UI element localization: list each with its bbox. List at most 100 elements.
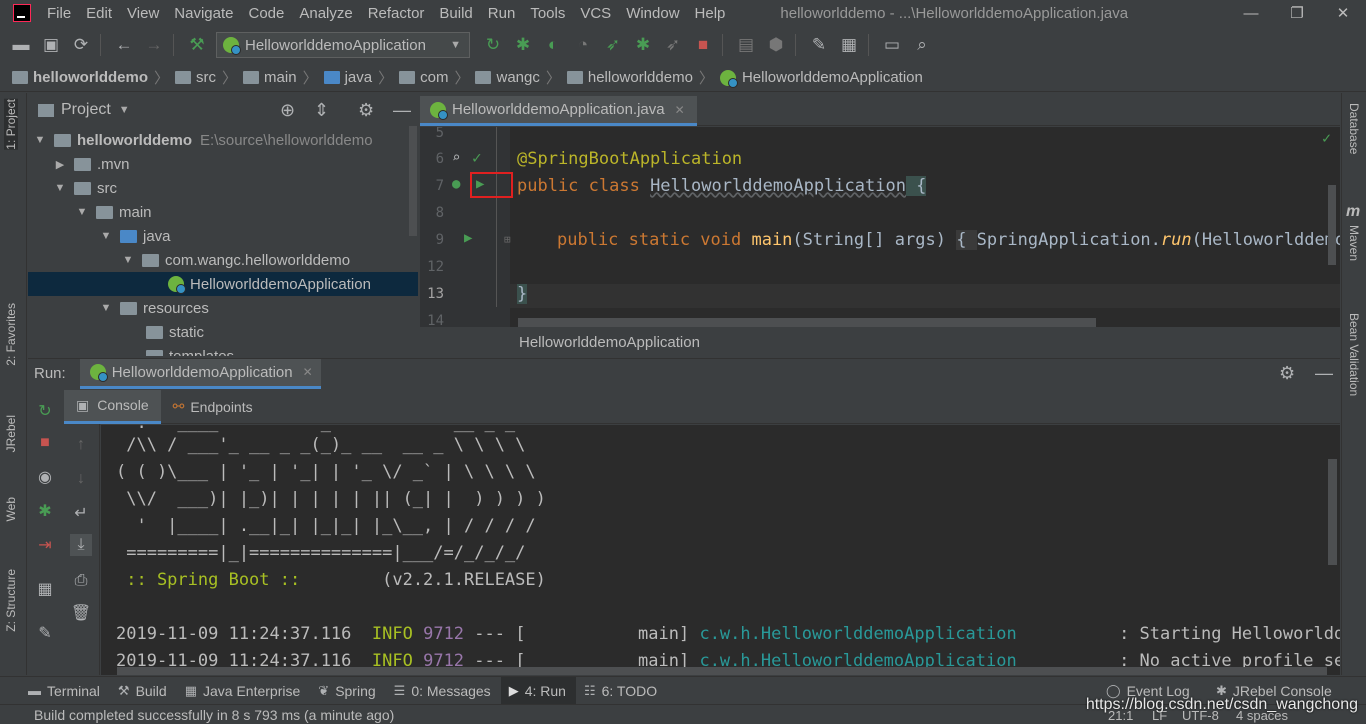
tab-endpoints[interactable]: ⚯ Endpoints — [161, 390, 265, 424]
locate-crosshair-icon[interactable]: ⊕ — [280, 100, 295, 121]
tree-item-static[interactable]: static — [28, 320, 418, 344]
menu-vcs[interactable]: VCS — [580, 5, 611, 22]
menu-run[interactable]: Run — [488, 5, 516, 22]
jrebel-icon[interactable]: ✱ — [34, 500, 56, 522]
console-output[interactable]: . ____ _ __ _ _ /\\ / ___'_ __ _ _(_)_ _… — [101, 425, 1340, 675]
sync-icon[interactable]: ⟳ — [68, 32, 94, 58]
breadcrumb-project[interactable]: helloworlddemo — [12, 69, 148, 86]
tool-tab-terminal[interactable]: ▬ Terminal — [20, 677, 110, 705]
inspection-ok-icon[interactable]: ✓ — [1322, 129, 1331, 147]
tab-console[interactable]: ▣ Console — [64, 389, 161, 424]
pin-icon[interactable]: ✎ — [34, 622, 56, 644]
search-icon[interactable]: ⌕ — [909, 32, 935, 58]
tree-item-project-root[interactable]: ▼ helloworlddemo E:\source\helloworlddem… — [28, 128, 418, 152]
hide-panel-icon[interactable]: — — [393, 100, 411, 121]
debug-icon[interactable]: ✱ — [510, 32, 536, 58]
menu-build[interactable]: Build — [439, 5, 472, 22]
jrebel-debug-icon[interactable]: ✱ — [630, 32, 656, 58]
breadcrumb-main[interactable]: main — [243, 69, 297, 86]
run-configuration-select[interactable]: HelloworlddemoApplication ▼ — [216, 32, 470, 58]
up-arrow-icon[interactable]: ↑ — [70, 434, 92, 456]
tool-tab-database[interactable]: Database — [1347, 103, 1361, 154]
tool-tab-project[interactable]: 1: Project — [4, 99, 18, 150]
update-app-icon[interactable]: ▤ — [733, 32, 759, 58]
settings-wrench-icon[interactable]: ✎ — [806, 32, 832, 58]
soft-wrap-icon[interactable]: ↵ — [70, 502, 92, 524]
down-arrow-icon[interactable]: ↓ — [70, 468, 92, 490]
restore-button[interactable]: ❐ — [1274, 0, 1320, 26]
tool-tab-favorites[interactable]: 2: Favorites — [4, 303, 18, 366]
spring-bean-icon[interactable]: ✓ — [472, 148, 482, 167]
exit-icon[interactable]: ⇥ — [34, 534, 56, 556]
tool-tab-bean-validation[interactable]: Bean Validation — [1347, 313, 1361, 396]
code-editor[interactable]: 5 6 7 8 9 12 13 14 ⌕ ✓ ● ▶ ▶ ⊞ @SpringBo… — [420, 127, 1340, 327]
close-window-button[interactable]: ✕ — [1320, 0, 1366, 26]
gear-icon[interactable]: ⚙ — [1279, 363, 1295, 384]
chevron-down-icon[interactable]: ▼ — [34, 134, 46, 146]
tree-scrollbar[interactable] — [409, 126, 417, 236]
tool-tab-jrebel[interactable]: JRebel — [4, 415, 18, 452]
tool-tab-run[interactable]: ▶ 4: Run — [500, 676, 576, 705]
run-main-gutter-icon[interactable]: ▶ — [464, 230, 472, 246]
tree-item-application-class[interactable]: HelloworlddemoApplication — [28, 272, 418, 296]
trash-icon[interactable]: 🗑 — [70, 602, 92, 624]
menu-help[interactable]: Help — [695, 5, 726, 22]
tree-item-package[interactable]: ▼ com.wangc.helloworlddemo — [28, 248, 418, 272]
breadcrumb-java[interactable]: java — [323, 69, 372, 86]
editor-horizontal-scrollbar[interactable] — [518, 318, 1096, 327]
menu-navigate[interactable]: Navigate — [174, 5, 233, 22]
tool-tab-spring[interactable]: ❦ Spring — [310, 677, 385, 705]
project-structure-icon[interactable]: ▦ — [836, 32, 862, 58]
build-hammer-icon[interactable]: ⚒ — [184, 32, 210, 58]
breadcrumb-com[interactable]: com — [399, 69, 448, 86]
menu-refactor[interactable]: Refactor — [368, 5, 425, 22]
layout-icon[interactable]: ▦ — [34, 578, 56, 600]
hide-panel-icon[interactable]: — — [1315, 363, 1333, 384]
chevron-down-icon[interactable]: ▼ — [100, 230, 112, 242]
tool-tab-java-enterprise[interactable]: ▦ Java Enterprise — [177, 677, 311, 705]
search-icon[interactable]: ⌕ — [452, 150, 460, 166]
console-vertical-scrollbar[interactable] — [1328, 459, 1337, 565]
save-icon[interactable]: ▣ — [38, 32, 64, 58]
profile-icon[interactable]: ◔ — [570, 32, 596, 58]
minimize-button[interactable]: — — [1228, 0, 1274, 26]
deploy-icon[interactable]: ⬢ — [763, 32, 789, 58]
tool-tab-messages[interactable]: ☰ 0: Messages — [386, 677, 501, 705]
chevron-down-icon[interactable]: ▼ — [54, 182, 66, 194]
tool-tab-todo[interactable]: ☷ 6: TODO — [576, 677, 667, 705]
tree-item-resources[interactable]: ▼ resources — [28, 296, 418, 320]
menu-file[interactable]: File — [47, 5, 71, 22]
chevron-down-icon[interactable]: ▼ — [119, 104, 130, 116]
run-tab-application[interactable]: HelloworlddemoApplication ✕ — [79, 358, 321, 389]
tree-item-templates[interactable]: templates — [28, 344, 418, 356]
chevron-down-icon[interactable]: ▼ — [100, 302, 112, 314]
rerun-icon[interactable]: ↻ — [34, 400, 56, 422]
tool-tab-maven[interactable]: Maven — [1347, 225, 1361, 261]
jrebel-run-icon[interactable]: ➶ — [600, 32, 626, 58]
close-icon[interactable]: ✕ — [303, 365, 313, 379]
console-horizontal-scrollbar[interactable] — [117, 667, 1327, 675]
tool-tab-structure[interactable]: Z: Structure — [4, 569, 18, 632]
menu-code[interactable]: Code — [248, 5, 284, 22]
menu-view[interactable]: View — [127, 5, 159, 22]
forward-icon[interactable]: → — [141, 32, 167, 58]
fold-icon[interactable]: ⊞ — [504, 233, 511, 246]
print-icon[interactable]: ⎙ — [70, 570, 92, 592]
editor-tab-application-java[interactable]: HelloworlddemoApplication.java ✕ — [420, 96, 697, 126]
scroll-to-end-icon[interactable]: ⤓ — [70, 534, 92, 556]
status-message[interactable]: Build completed successfully in 8 s 793 … — [34, 707, 394, 723]
menu-edit[interactable]: Edit — [86, 5, 112, 22]
breadcrumb-class[interactable]: HelloworlddemoApplication — [719, 69, 923, 88]
open-folder-icon[interactable]: ▬ — [8, 32, 34, 58]
stop-icon[interactable]: ■ — [690, 32, 716, 58]
coverage-icon[interactable]: ◐ — [540, 32, 566, 58]
close-icon[interactable]: ✕ — [675, 103, 685, 117]
spring-dot-icon[interactable]: ● — [452, 176, 460, 192]
chevron-down-icon[interactable]: ▼ — [76, 206, 88, 218]
presentation-icon[interactable]: ▭ — [879, 32, 905, 58]
attach-icon[interactable]: ➶ — [660, 32, 686, 58]
editor-vertical-scrollbar[interactable] — [1328, 185, 1336, 265]
chevron-right-icon[interactable]: ▶ — [54, 158, 66, 171]
editor-context-label[interactable]: HelloworlddemoApplication — [519, 334, 700, 351]
tree-item-java[interactable]: ▼ java — [28, 224, 418, 248]
